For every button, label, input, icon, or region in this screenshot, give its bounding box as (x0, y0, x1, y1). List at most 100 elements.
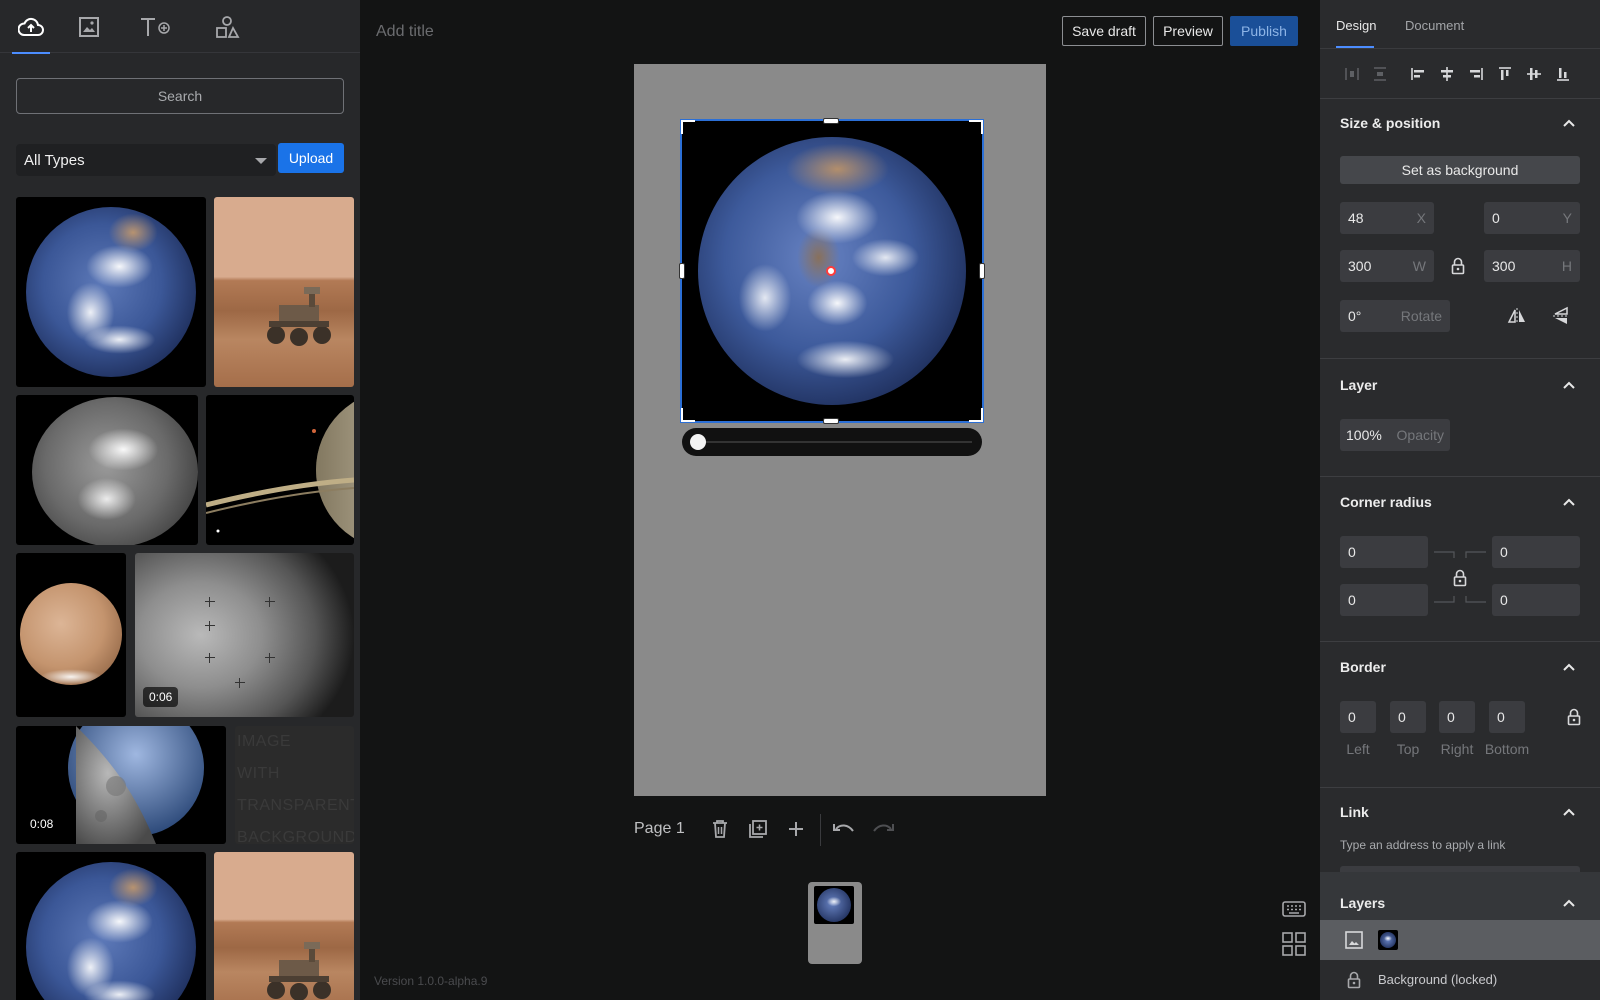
media-item[interactable]: IMAGE WITH TRANSPARENT BACKGROUND (235, 726, 354, 844)
border-bottom-input[interactable] (1497, 709, 1517, 725)
radius-top-left-input[interactable] (1348, 544, 1408, 560)
tab-design[interactable]: Design (1336, 18, 1376, 33)
lock-icon (1451, 257, 1465, 275)
border-bottom-field[interactable] (1489, 701, 1525, 733)
height-input[interactable] (1492, 258, 1552, 274)
media-item[interactable] (16, 852, 206, 1000)
distribute-horizontal-button[interactable] (1340, 62, 1364, 86)
resize-handle-left[interactable] (679, 263, 685, 279)
opacity-input[interactable] (1346, 427, 1390, 443)
rotate-input[interactable] (1348, 308, 1398, 324)
resize-handle-top-left[interactable] (681, 120, 695, 134)
border-right-field[interactable] (1439, 701, 1475, 733)
flip-horizontal-button[interactable] (1506, 306, 1528, 326)
lock-aspect-ratio-button[interactable] (1448, 256, 1468, 276)
opacity-field[interactable]: Opacity (1340, 419, 1450, 451)
align-bottom-button[interactable] (1551, 62, 1575, 86)
border-left-field[interactable] (1340, 701, 1376, 733)
chevron-up-icon[interactable] (1562, 896, 1576, 910)
save-draft-button[interactable]: Save draft (1062, 16, 1146, 46)
distribute-vertical-button[interactable] (1368, 62, 1392, 86)
rotate-field[interactable]: Rotate (1340, 300, 1450, 332)
add-page-button[interactable] (781, 814, 811, 844)
chevron-up-icon[interactable] (1562, 495, 1576, 509)
preview-button[interactable]: Preview (1153, 16, 1223, 46)
radius-bottom-left-input[interactable] (1348, 592, 1408, 608)
resize-handle-top-right[interactable] (969, 120, 983, 134)
delete-page-button[interactable] (705, 814, 735, 844)
tab-shapes[interactable] (206, 8, 248, 46)
redo-button[interactable] (868, 814, 898, 844)
resize-handle-bottom[interactable] (823, 418, 839, 424)
video-duration: 0:08 (24, 814, 60, 834)
tab-upload[interactable] (10, 8, 52, 54)
x-field[interactable]: X (1340, 202, 1434, 234)
border-right-input[interactable] (1447, 709, 1467, 725)
align-right-button[interactable] (1464, 62, 1488, 86)
focal-point-handle[interactable] (826, 266, 836, 276)
undo-button[interactable] (829, 814, 859, 844)
border-top-field[interactable] (1390, 701, 1426, 733)
progress-knob[interactable] (690, 434, 706, 450)
media-progress-bar[interactable] (682, 428, 982, 456)
media-item[interactable] (206, 395, 354, 545)
align-left-button[interactable] (1406, 62, 1430, 86)
align-top-button[interactable] (1493, 62, 1517, 86)
story-title-input[interactable] (376, 18, 776, 46)
radius-top-right-field[interactable] (1492, 536, 1580, 568)
resize-handle-bottom-left[interactable] (681, 408, 695, 422)
align-middle-icon (1527, 68, 1541, 80)
radius-bottom-left-field[interactable] (1340, 584, 1428, 616)
x-input[interactable] (1348, 210, 1408, 226)
controls-divider (820, 814, 821, 846)
height-label: H (1561, 258, 1572, 274)
layer-item-image[interactable] (1320, 920, 1600, 960)
type-filter-select[interactable]: All Types (16, 144, 276, 176)
lock-border-button[interactable] (1564, 707, 1584, 727)
border-left-input[interactable] (1348, 709, 1368, 725)
radius-bottom-right-field[interactable] (1492, 584, 1580, 616)
width-field[interactable]: W (1340, 250, 1434, 282)
chevron-up-icon[interactable] (1562, 805, 1576, 819)
tab-images[interactable] (68, 8, 110, 46)
keyboard-shortcuts-button[interactable] (1282, 900, 1306, 921)
page-thumbnail[interactable] (808, 882, 862, 964)
y-field[interactable]: Y (1484, 202, 1580, 234)
chevron-up-icon[interactable] (1562, 660, 1576, 674)
tab-document[interactable]: Document (1405, 18, 1464, 33)
height-field[interactable]: H (1484, 250, 1580, 282)
chevron-up-icon[interactable] (1562, 116, 1576, 130)
rover-thumbnail (267, 287, 331, 346)
tab-text[interactable] (136, 8, 178, 46)
earth-mini (817, 888, 851, 922)
grid-view-button[interactable] (1282, 932, 1306, 959)
resize-handle-bottom-right[interactable] (969, 408, 983, 422)
layer-item-background[interactable]: Background (locked) (1320, 960, 1600, 1000)
radius-bottom-right-input[interactable] (1500, 592, 1560, 608)
media-item[interactable] (214, 197, 354, 387)
flip-vertical-button[interactable] (1550, 306, 1572, 326)
media-item[interactable] (16, 553, 126, 717)
shapes-icon (216, 16, 240, 38)
search-input[interactable] (16, 78, 344, 114)
media-item[interactable]: 0:08 (16, 726, 226, 844)
resize-handle-top[interactable] (823, 118, 839, 124)
radius-top-right-input[interactable] (1500, 544, 1560, 560)
upload-button[interactable]: Upload (278, 143, 344, 173)
set-as-background-button[interactable]: Set as background (1340, 156, 1580, 184)
width-input[interactable] (1348, 258, 1408, 274)
chevron-up-icon[interactable] (1562, 378, 1576, 392)
align-center-button[interactable] (1435, 62, 1459, 86)
duplicate-page-button[interactable] (743, 814, 773, 844)
publish-button[interactable]: Publish (1230, 16, 1298, 46)
border-top-input[interactable] (1398, 709, 1418, 725)
media-item[interactable]: 0:06 (135, 553, 354, 717)
media-item[interactable] (214, 852, 354, 1000)
media-item[interactable] (16, 395, 198, 545)
resize-handle-right[interactable] (979, 263, 985, 279)
lock-radius-button[interactable] (1450, 568, 1470, 588)
radius-top-left-field[interactable] (1340, 536, 1428, 568)
align-middle-button[interactable] (1522, 62, 1546, 86)
media-item[interactable] (16, 197, 206, 387)
y-input[interactable] (1492, 210, 1552, 226)
